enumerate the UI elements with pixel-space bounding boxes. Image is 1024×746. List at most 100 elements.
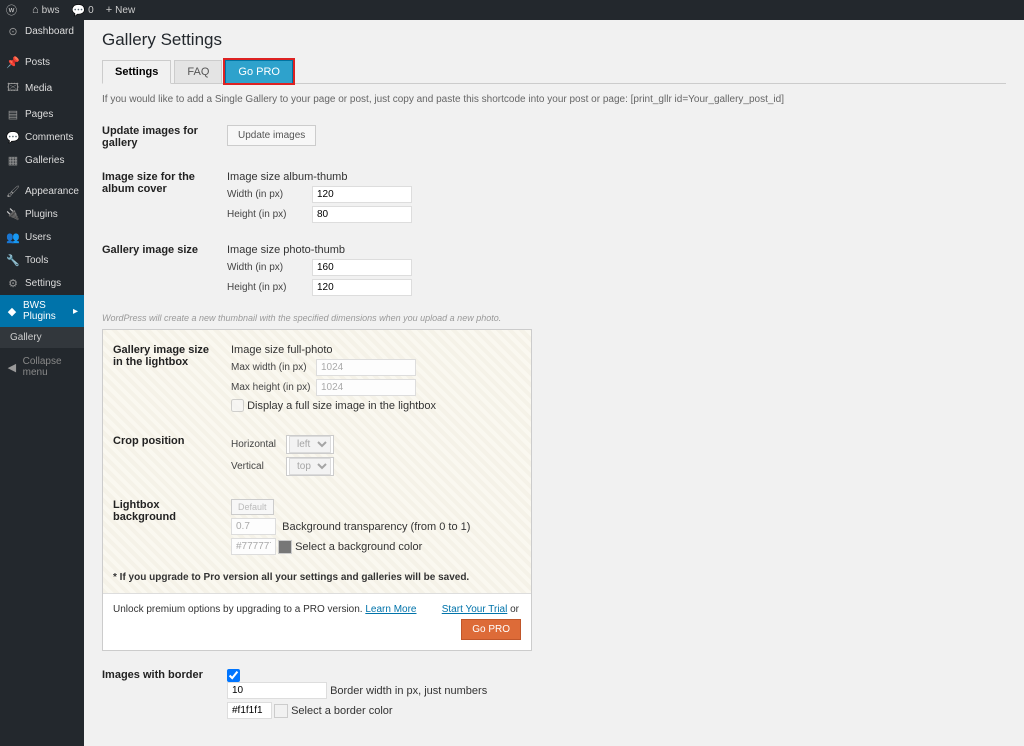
sidebar-item-label: Comments (25, 132, 73, 143)
plugin-icon: 🔌 (6, 208, 20, 221)
comment-icon: 💬 (71, 4, 85, 17)
sidebar-item-comments[interactable]: 💬 Comments (0, 126, 84, 149)
album-width-label: Width (in px) (227, 189, 312, 200)
bg-default-button: Default (231, 499, 274, 515)
album-size-value: album-thumb (283, 171, 347, 183)
section-album-size: Image size for the album cover (102, 167, 227, 230)
new-link[interactable]: +New (106, 4, 135, 16)
home-icon: ⌂ (32, 4, 39, 16)
pro-settings-block: Gallery image size in the lightbox Image… (102, 329, 532, 651)
sidebar-item-posts[interactable]: 📌 Posts (0, 51, 84, 74)
sidebar-item-dashboard[interactable]: ⊙Dashboard (0, 20, 84, 43)
plus-icon: + (106, 4, 112, 16)
sidebar-subitem-gallery[interactable]: Gallery (0, 327, 84, 348)
border-checkbox[interactable] (227, 669, 240, 682)
new-label: New (115, 5, 135, 16)
section-crop: Crop position (113, 431, 231, 483)
update-images-button[interactable]: Update images (227, 125, 316, 146)
page-icon: ▤ (6, 108, 20, 121)
crop-h-label: Horizontal (231, 439, 286, 450)
sidebar-item-appearance[interactable]: 🖌Appearance (0, 180, 84, 203)
album-height-input[interactable] (312, 206, 412, 223)
gallery-icon: ▦ (6, 154, 20, 167)
content-area: Gallery Settings Settings FAQ Go PRO If … (84, 20, 1024, 746)
wp-logo[interactable]: ⓦ (6, 2, 20, 18)
wordpress-icon: ⓦ (6, 2, 17, 18)
settings-icon: ⚙ (6, 277, 20, 290)
go-pro-button[interactable]: Go PRO (461, 619, 521, 640)
section-border: Images with border (102, 665, 227, 726)
album-size-label: Image size (227, 171, 280, 183)
section-gallery-size: Gallery image size (102, 240, 227, 303)
comments-link[interactable]: 💬0 (71, 4, 93, 17)
sidebar-item-media[interactable]: 🖾 Media (0, 74, 84, 103)
bg-color-swatch (278, 540, 292, 554)
sidebar-item-label: BWS Plugins (23, 300, 73, 322)
sidebar-item-label: Users (25, 232, 51, 243)
gallery-height-input[interactable] (312, 279, 412, 296)
or-text: or (507, 604, 519, 615)
lightbox-maxw-label: Max width (in px) (231, 362, 316, 373)
lightbox-size-value: full-photo (287, 344, 332, 356)
page-title: Gallery Settings (102, 30, 1006, 50)
bg-color-input (231, 538, 276, 555)
album-width-input[interactable] (312, 186, 412, 203)
lightbox-maxh-input (316, 379, 416, 396)
tab-bar: Settings FAQ Go PRO (102, 60, 1006, 84)
section-lightbox-bg: Lightbox background (113, 495, 231, 562)
gallery-width-input[interactable] (312, 259, 412, 276)
sidebar-item-label: Collapse menu (23, 356, 78, 378)
start-trial-link[interactable]: Start Your Trial (442, 604, 508, 615)
sidebar-collapse[interactable]: ◀Collapse menu (0, 348, 84, 383)
gallery-size-label: Image size (227, 244, 280, 256)
sidebar-item-label: Settings (25, 278, 61, 289)
sidebar-item-bws[interactable]: ◆ BWS Plugins▸ (0, 295, 84, 327)
crop-v-select: top (289, 458, 331, 475)
sidebar-item-users[interactable]: 👥 Users (0, 226, 84, 249)
bg-trans-label: Background transparency (from 0 to 1) (282, 521, 470, 533)
tab-settings[interactable]: Settings (102, 60, 171, 84)
sidebar-item-label: Gallery (10, 332, 42, 343)
tab-go-pro[interactable]: Go PRO (225, 60, 293, 83)
admin-sidebar: ⊙Dashboard 📌 Posts 🖾 Media ▤Pages 💬 Comment… (0, 20, 84, 746)
lightbox-maxh-label: Max height (in px) (231, 382, 316, 393)
border-width-input[interactable] (227, 682, 327, 699)
lightbox-size-label: Image size (231, 344, 284, 356)
bg-trans-input (231, 518, 276, 535)
site-link[interactable]: ⌂bws (32, 4, 59, 16)
tab-faq[interactable]: FAQ (174, 60, 222, 83)
sidebar-item-label: Posts (25, 57, 50, 68)
border-color-swatch (274, 704, 288, 718)
comments-count: 0 (88, 5, 94, 16)
site-name: bws (42, 5, 60, 16)
sidebar-item-tools[interactable]: 🔧Tools (0, 249, 84, 272)
learn-more-link[interactable]: Learn More (365, 604, 416, 615)
shortcode-note: If you would like to add a Single Galler… (102, 94, 1006, 105)
sidebar-item-label: Galleries (25, 155, 64, 166)
bws-icon: ◆ (6, 305, 18, 318)
gallery-height-label: Height (in px) (227, 282, 312, 293)
gallery-width-label: Width (in px) (227, 262, 312, 273)
section-update-images: Update images for gallery (102, 121, 227, 153)
thumbnail-note: WordPress will create a new thumbnail wi… (102, 313, 1006, 323)
lightbox-maxw-input (316, 359, 416, 376)
bg-color-label: Select a background color (295, 541, 422, 553)
sidebar-item-plugins[interactable]: 🔌Plugins (0, 203, 84, 226)
lightbox-fullsize-checkbox (231, 399, 244, 412)
sidebar-item-label: Media (25, 83, 52, 94)
tools-icon: 🔧 (6, 254, 20, 267)
sidebar-item-galleries[interactable]: ▦ Galleries (0, 149, 84, 172)
upgrade-note: * If you upgrade to Pro version all your… (113, 572, 521, 583)
users-icon: 👥 (6, 231, 20, 244)
sidebar-item-pages[interactable]: ▤Pages (0, 103, 84, 126)
media-icon: 🖾 (6, 79, 20, 98)
border-color-label: Select a border color (291, 705, 393, 717)
chevron-right-icon: ▸ (73, 306, 78, 317)
sidebar-item-settings[interactable]: ⚙ Settings (0, 272, 84, 295)
pro-footer: Unlock premium options by upgrading to a… (103, 593, 531, 650)
border-color-input[interactable] (227, 702, 272, 719)
crop-v-label: Vertical (231, 461, 286, 472)
sidebar-item-label: Appearance (25, 186, 79, 197)
pin-icon: 📌 (6, 56, 20, 69)
comment-icon: 💬 (6, 131, 20, 144)
